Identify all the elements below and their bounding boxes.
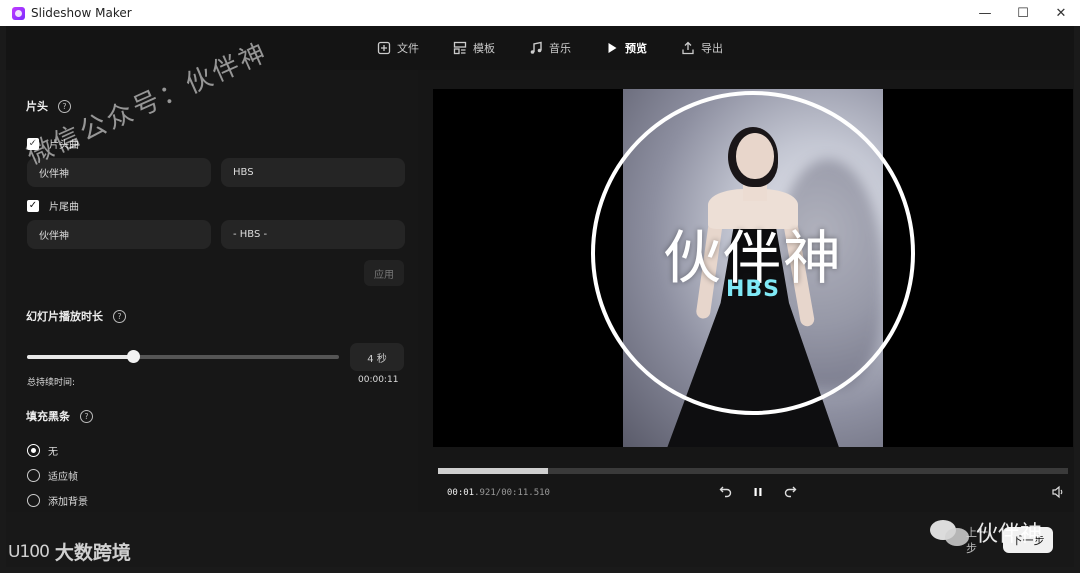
playback-progress-bar[interactable]: [438, 468, 1068, 474]
close-button[interactable]: ✕: [1042, 0, 1080, 26]
fill-option-add-background[interactable]: 添加背景: [27, 493, 88, 508]
watermark-brand-text: 大数跨境: [54, 542, 131, 564]
ending-text1-input[interactable]: 伙伴神: [27, 220, 211, 249]
duration-slider-fill: [27, 355, 134, 359]
intro-section-title: 片头 ?: [26, 98, 71, 114]
fill-section-title: 填充黑条 ?: [26, 408, 93, 424]
minimize-button[interactable]: —: [966, 0, 1004, 26]
video-preview[interactable]: 伙伴神 HBS: [433, 89, 1073, 447]
nav-file[interactable]: 文件: [377, 40, 419, 56]
nav-preview-label: 预览: [625, 42, 647, 55]
window-controls: — ☐ ✕: [966, 0, 1080, 26]
opening-text2-input[interactable]: HBS: [221, 158, 405, 187]
app-frame: 文件 模板 音乐 预览 导出 片头 ? ✓ 片头曲 伙伴神 HBS ✓ 片尾曲 …: [6, 26, 1074, 567]
nav-template[interactable]: 模板: [453, 40, 495, 56]
apply-button[interactable]: 应用: [364, 260, 404, 286]
total-duration-label: 总持续时间:: [27, 378, 76, 388]
overlay-subtitle: HBS: [725, 277, 781, 302]
settings-panel: 片头 ? ✓ 片头曲 伙伴神 HBS ✓ 片尾曲 伙伴神 - HBS - 应用 …: [6, 70, 418, 512]
fill-option-label: 适应帧: [48, 472, 78, 483]
fill-option-label: 添加背景: [48, 497, 88, 508]
nav-template-label: 模板: [473, 42, 495, 55]
duration-seconds-value[interactable]: 4 秒: [350, 343, 404, 371]
opening-music-label: 片头曲: [49, 140, 79, 151]
help-icon[interactable]: ?: [113, 309, 126, 323]
bottom-bar: 上一步 下一步: [6, 512, 1074, 567]
app-logo-icon: [12, 6, 25, 20]
volume-icon: [1052, 485, 1063, 499]
title-bar: Slideshow Maker — ☐ ✕: [0, 0, 1080, 26]
redo-arrow-icon: [784, 486, 797, 498]
fill-title-text: 填充黑条: [26, 410, 70, 423]
total-duration-value: 00:00:11: [358, 375, 399, 385]
fill-option-none[interactable]: 无: [27, 443, 58, 458]
volume-button[interactable]: [1050, 484, 1066, 500]
time-current-ms: .921: [474, 488, 496, 498]
nav-export-label: 导出: [701, 42, 723, 55]
pause-button[interactable]: [750, 484, 766, 500]
file-import-icon: [377, 41, 391, 55]
undo-arrow-icon: [719, 486, 732, 498]
forward-button[interactable]: [782, 484, 798, 500]
watermark-bottom-right: 伙伴神: [930, 516, 1042, 548]
help-icon[interactable]: ?: [80, 409, 93, 423]
watermark-logo: ᑌ100: [8, 541, 50, 562]
opening-text1-input[interactable]: 伙伴神: [27, 158, 211, 187]
template-icon: [453, 41, 467, 55]
music-icon: [530, 41, 542, 54]
ending-text2-input[interactable]: - HBS -: [221, 220, 405, 249]
duration-slider-handle[interactable]: [127, 350, 141, 363]
preview-panel: 伙伴神 HBS 00:01.921/00:11.510: [418, 70, 1074, 512]
radio-unselected-icon[interactable]: [27, 494, 40, 507]
radio-unselected-icon[interactable]: [27, 469, 40, 482]
watermark-account-text: 伙伴神: [976, 522, 1043, 547]
nav-export[interactable]: 导出: [681, 40, 723, 56]
play-icon: [608, 43, 617, 53]
help-icon[interactable]: ?: [58, 99, 71, 113]
nav-music-label: 音乐: [549, 42, 571, 55]
time-total: /00:11.510: [495, 488, 550, 498]
fill-option-fit-frame[interactable]: 适应帧: [27, 468, 78, 483]
export-icon: [682, 41, 694, 55]
nav-preview[interactable]: 预览: [605, 40, 647, 56]
rewind-button[interactable]: [718, 484, 734, 500]
nav-file-label: 文件: [397, 42, 419, 55]
radio-selected-icon[interactable]: [27, 444, 40, 457]
time-current: 00:01: [447, 488, 475, 498]
fill-option-label: 无: [48, 447, 58, 458]
playback-progress-fill: [438, 468, 549, 474]
duration-title-text: 幻灯片播放时长: [26, 310, 103, 323]
maximize-button[interactable]: ☐: [1004, 0, 1042, 26]
checkbox-checked-icon[interactable]: ✓: [27, 199, 39, 212]
playback-timecode: 00:01.921/00:11.510: [447, 488, 550, 498]
duration-slider[interactable]: [27, 350, 339, 363]
intro-title-text: 片头: [26, 100, 48, 113]
pause-icon: [754, 488, 762, 496]
opening-music-checkbox-row[interactable]: ✓ 片头曲: [27, 136, 79, 151]
duration-section-title: 幻灯片播放时长 ?: [26, 308, 126, 324]
nav-music[interactable]: 音乐: [529, 40, 571, 56]
wechat-icon: [930, 518, 970, 546]
top-nav: 文件 模板 音乐 预览 导出: [6, 26, 1074, 70]
checkbox-checked-icon[interactable]: ✓: [27, 137, 39, 150]
watermark-bottom-left: ᑌ100 大数跨境: [8, 538, 131, 565]
ending-music-checkbox-row[interactable]: ✓ 片尾曲: [27, 198, 79, 213]
window-title: Slideshow Maker: [31, 6, 132, 20]
ending-music-label: 片尾曲: [49, 202, 79, 213]
